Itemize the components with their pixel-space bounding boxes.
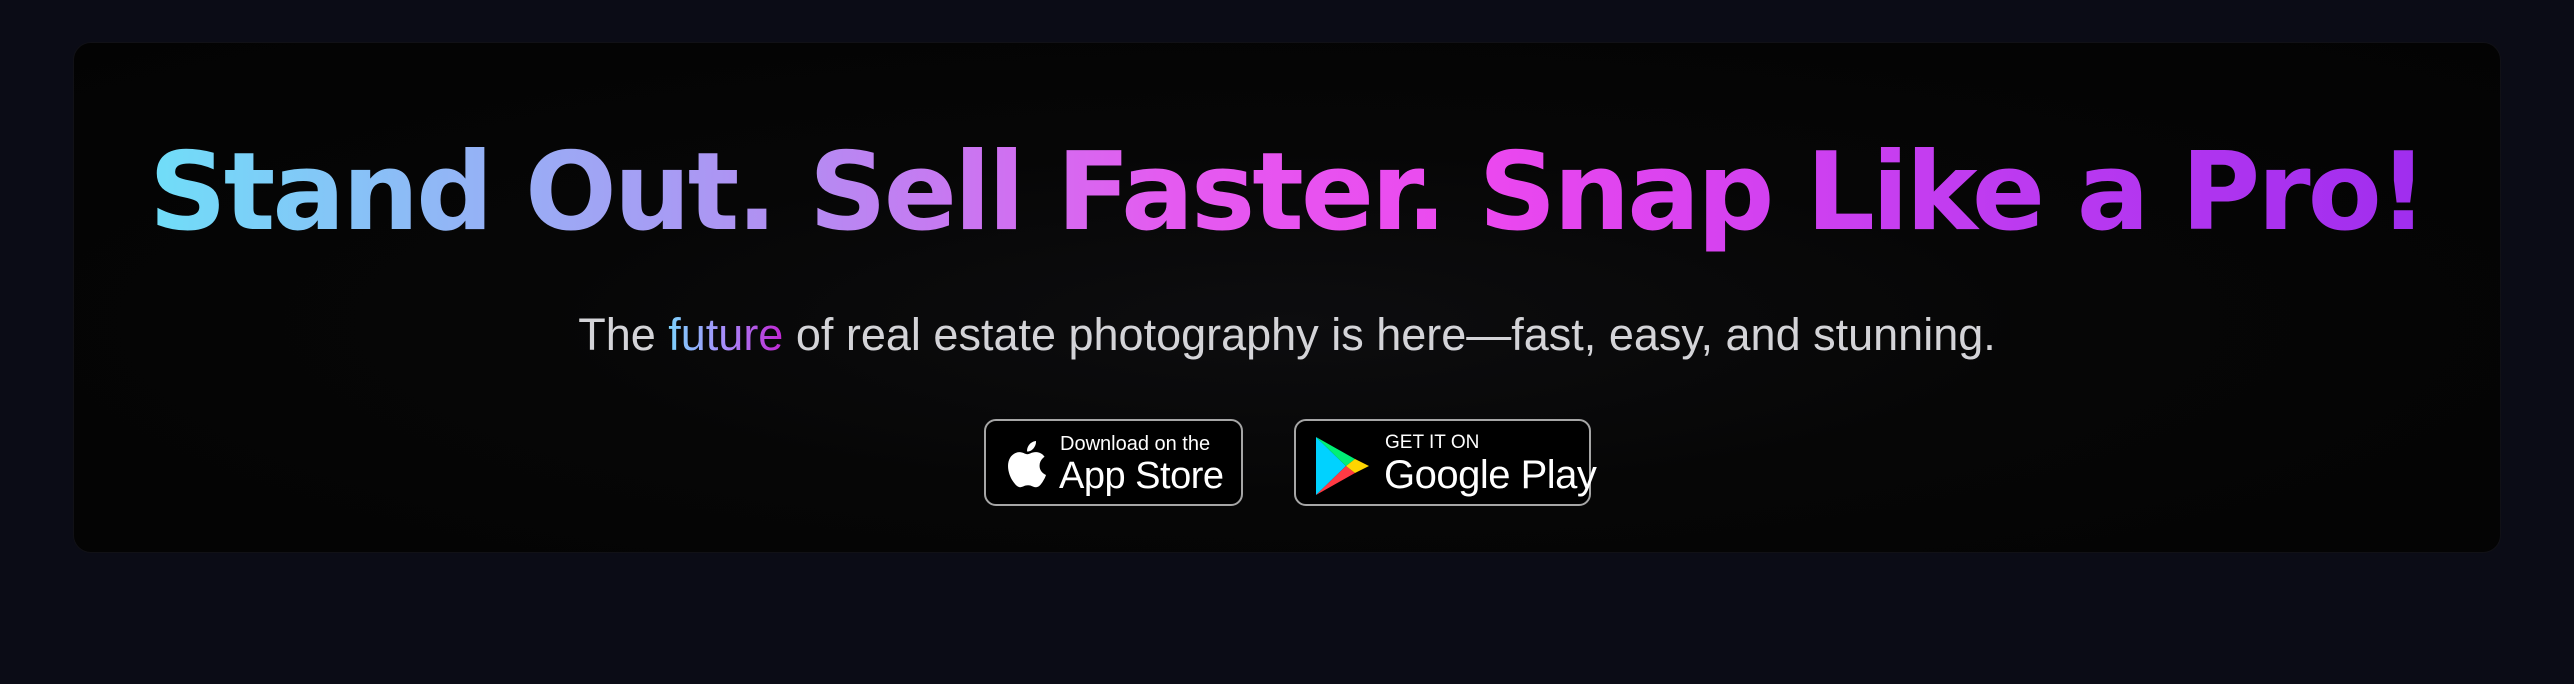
- hero-card: Stand Out. Sell Faster. Snap Like a Pro!…: [73, 42, 2501, 553]
- google-play-label: Google Play: [1384, 453, 1597, 497]
- store-badges: Download on the App Store GET IT ON Goog…: [74, 419, 2500, 508]
- hero-headline: Stand Out. Sell Faster. Snap Like a Pro!: [74, 128, 2500, 258]
- google-play-button[interactable]: GET IT ON Google Play: [1294, 419, 1597, 506]
- subtitle-text-before: The: [578, 309, 669, 360]
- subtitle-text-after: of real estate photography is here—fast,…: [783, 309, 1996, 360]
- app-store-caption: Download on the: [1060, 433, 1211, 455]
- app-store-label: App Store: [1059, 455, 1224, 497]
- app-store-button[interactable]: Download on the App Store: [984, 419, 1243, 506]
- subtitle-accent-word: future: [668, 309, 784, 360]
- hero-subtitle: The future of real estate photography is…: [74, 305, 2500, 365]
- google-play-caption: GET IT ON: [1385, 432, 1480, 453]
- google-play-icon: [1316, 437, 1369, 495]
- apple-icon: [1008, 441, 1047, 488]
